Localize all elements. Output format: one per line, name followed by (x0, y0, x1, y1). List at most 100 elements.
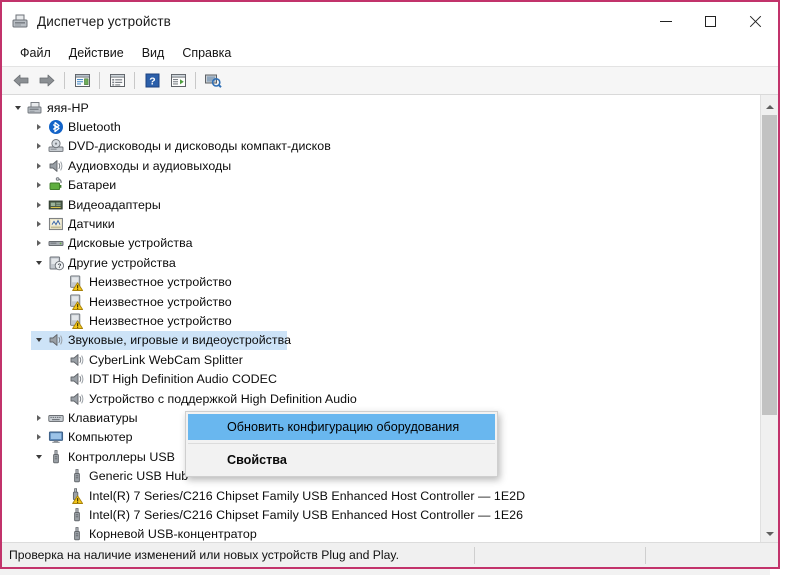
speaker-icon (68, 391, 85, 407)
scan-hardware-button[interactable] (200, 69, 226, 92)
tree-item-label: Аудиовходы и аудиовыходы (68, 159, 231, 173)
menu-action[interactable]: Действие (60, 43, 133, 63)
tree-item[interactable]: CyberLink WebCam Splitter (2, 350, 760, 369)
scroll-up-button[interactable] (761, 95, 778, 115)
tree-item[interactable]: DVD-дисководы и дисководы компакт-дисков (2, 137, 760, 156)
speaker-icon (47, 332, 64, 348)
tree-item-label: Контроллеры USB (68, 450, 175, 464)
speaker-icon (47, 158, 64, 174)
tree-item[interactable]: Датчики (2, 214, 760, 233)
context-menu-item-scan-hardware[interactable]: Обновить конфигурацию оборудования (188, 414, 495, 440)
tree-item[interactable]: Дисковые устройства (2, 234, 760, 253)
scroll-down-button[interactable] (761, 525, 778, 542)
expander-expand[interactable] (31, 124, 47, 130)
unknown-device-warning-icon (68, 312, 85, 329)
update-driver-button[interactable] (165, 69, 191, 92)
close-button[interactable] (733, 2, 778, 40)
speaker-icon (68, 352, 85, 368)
unknown-device-warning-icon (69, 312, 85, 329)
usb-icon (68, 526, 85, 542)
tree-item[interactable]: Корневой USB-концентратор (2, 525, 760, 542)
toolbar-separator (64, 72, 65, 89)
window-controls (643, 2, 778, 40)
expander-expand[interactable] (31, 163, 47, 169)
menu-help[interactable]: Справка (173, 43, 240, 63)
toolbar-separator (195, 72, 196, 89)
battery-icon (48, 177, 64, 193)
properties-button[interactable] (69, 69, 95, 92)
unknown-device-warning-icon (69, 293, 85, 310)
tree-item[interactable]: IDT High Definition Audio CODEC (2, 369, 760, 388)
device-manager-icon (11, 12, 29, 30)
dvd-icon (47, 138, 64, 154)
toolbar: ? (2, 67, 778, 95)
tree-item[interactable]: ?Другие устройства (2, 253, 760, 272)
expander-expand[interactable] (31, 182, 47, 188)
usb-icon (69, 526, 85, 542)
tree-item[interactable]: Неизвестное устройство (2, 292, 760, 311)
maximize-button[interactable] (688, 2, 733, 40)
display-adapter-icon (47, 197, 64, 213)
usb-icon (69, 507, 85, 523)
expander-expand[interactable] (31, 240, 47, 246)
speaker-icon (48, 158, 64, 174)
expander-collapse[interactable] (31, 261, 47, 265)
vertical-scrollbar[interactable] (760, 95, 778, 542)
tree-item[interactable]: Видеоадаптеры (2, 195, 760, 214)
usb-warning-icon (68, 487, 85, 504)
scan-hardware-icon (204, 73, 222, 88)
scrollbar-track[interactable] (761, 115, 778, 525)
tree-item-label: Bluetooth (68, 120, 121, 134)
usb-icon (47, 449, 64, 465)
back-button[interactable] (8, 69, 34, 92)
tree-item-label: Устройство с поддержкой High Definition … (89, 392, 357, 406)
tree-item[interactable]: яяя-HP (2, 98, 760, 117)
expander-expand[interactable] (31, 202, 47, 208)
minimize-button[interactable] (643, 2, 688, 40)
help-question-icon: ? (145, 73, 160, 88)
menu-view[interactable]: Вид (133, 43, 174, 63)
tree-item[interactable]: Intel(R) 7 Series/C216 Chipset Family US… (2, 486, 760, 505)
tree-item[interactable]: Аудиовходы и аудиовыходы (2, 156, 760, 175)
show-hidden-button[interactable] (104, 69, 130, 92)
tree-item-label: Intel(R) 7 Series/C216 Chipset Family US… (89, 508, 523, 522)
expander-expand[interactable] (31, 221, 47, 227)
display-adapter-icon (48, 197, 64, 213)
scroll-up-icon (766, 105, 774, 109)
speaker-icon (69, 371, 85, 387)
help-button[interactable]: ? (139, 69, 165, 92)
monitor-icon (48, 429, 64, 445)
properties-icon (74, 73, 91, 88)
tree-item[interactable]: Неизвестное устройство (2, 273, 760, 292)
menu-file[interactable]: Файл (11, 43, 60, 63)
forward-button[interactable] (34, 69, 60, 92)
expander-collapse[interactable] (31, 455, 47, 459)
speaker-icon (69, 391, 85, 407)
expander-expand[interactable] (31, 434, 47, 440)
expander-collapse[interactable] (10, 106, 26, 110)
tree-item[interactable]: Звуковые, игровые и видеоустройства (2, 331, 760, 350)
minimize-icon (660, 21, 672, 22)
scrollbar-thumb[interactable] (762, 115, 777, 415)
context-menu-item-properties[interactable]: Свойства (188, 447, 495, 473)
tree-item[interactable]: Неизвестное устройство (2, 311, 760, 330)
chevron-right-icon (37, 434, 41, 440)
tree-item-label: яяя-HP (47, 101, 89, 115)
expander-expand[interactable] (31, 143, 47, 149)
speaker-icon (48, 332, 64, 348)
usb-warning-icon (69, 487, 85, 504)
update-driver-icon (170, 73, 187, 88)
monitor-icon (47, 429, 64, 445)
tree-item[interactable]: Intel(R) 7 Series/C216 Chipset Family US… (2, 505, 760, 524)
tree-item[interactable]: Батареи (2, 176, 760, 195)
tree-item[interactable]: Устройство с поддержкой High Definition … (2, 389, 760, 408)
bluetooth-icon (48, 119, 64, 135)
keyboard-icon (48, 410, 64, 426)
svg-text:?: ? (149, 75, 155, 87)
chevron-down-icon (36, 261, 42, 265)
expander-expand[interactable] (31, 415, 47, 421)
computer-icon (26, 100, 43, 116)
tree-item[interactable]: Bluetooth (2, 117, 760, 136)
sensor-icon (47, 216, 64, 232)
tree-item-label: Другие устройства (68, 256, 176, 270)
